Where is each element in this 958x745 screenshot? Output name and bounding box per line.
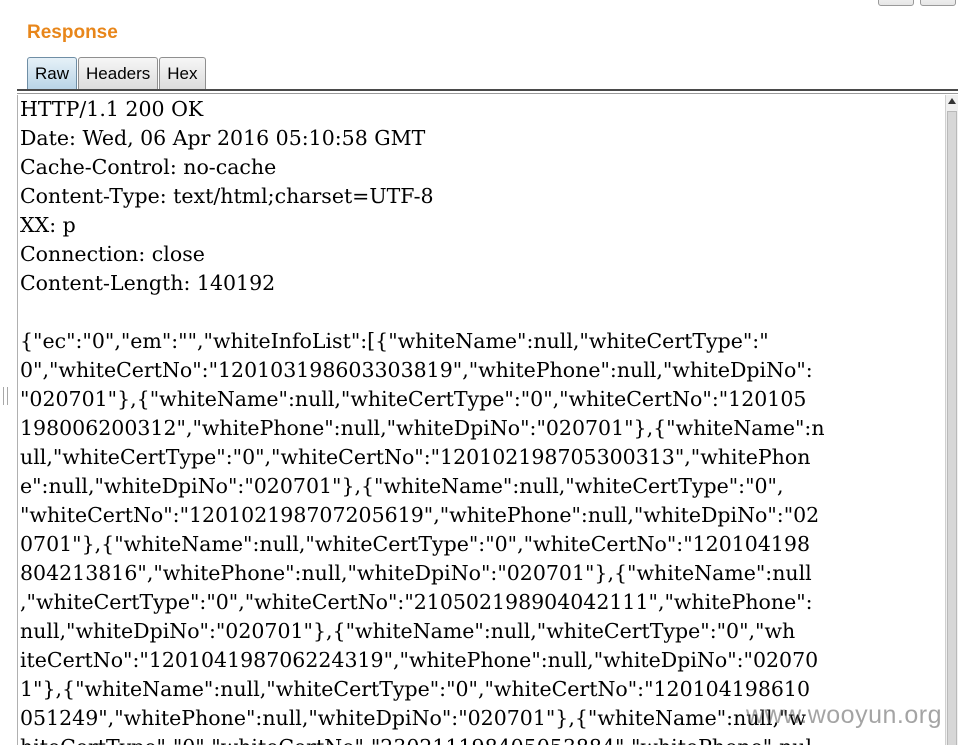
response-line: XX: p [20,213,76,237]
response-line: ,"whiteCertType":"0","whiteCertNo":"2105… [20,590,813,614]
response-line: ull,"whiteCertType":"0","whiteCertNo":"1… [20,445,811,469]
vertical-scrollbar[interactable] [945,95,958,745]
response-panel: Response Raw Headers Hex HTTP/1.1 200 OK… [0,0,958,745]
response-line: "020701"},{"whiteName":null,"whiteCertTy… [20,387,807,411]
watermark: www.wooyun.org [746,701,942,729]
scroll-thumb[interactable] [947,111,957,745]
response-line: hiteCertType":"0","whiteCertNo":"2302111… [20,733,946,745]
response-line: 1"},{"whiteName":null,"whiteCertType":"0… [20,677,811,701]
tab-divider [17,89,958,94]
response-line [20,298,946,327]
tab-raw[interactable]: Raw [27,57,78,90]
response-line: e":null,"whiteDpiNo":"020701"},{"whiteNa… [20,474,784,498]
response-line: Content-Type: text/html;charset=UTF-8 [20,184,434,208]
top-toolbar [878,0,956,6]
response-line: "whiteCertNo":"120102198707205619","whit… [20,503,820,527]
response-line: iteCertNo":"120104198706224319","whitePh… [20,648,819,672]
toolbar-button[interactable] [878,0,914,6]
response-line: Connection: close [20,242,205,266]
response-line: 0701"},{"whiteName":null,"whiteCertType"… [20,532,811,556]
tab-bar: Raw Headers Hex [27,57,207,90]
response-line: Content-Length: 140192 [20,271,276,295]
toolbar-button[interactable] [920,0,956,6]
response-line: null,"whiteDpiNo":"020701"},{"whiteName"… [20,619,796,643]
response-line: {"ec":"0","em":"","whiteInfoList":[{"whi… [20,329,769,353]
response-line: Cache-Control: no-cache [20,155,277,179]
scroll-up-arrow-icon[interactable] [948,98,956,104]
tab-hex[interactable]: Hex [159,57,206,89]
response-line: HTTP/1.1 200 OK [20,97,204,121]
tab-headers[interactable]: Headers [78,57,159,89]
response-line: 198006200312","whitePhone":null,"whiteDp… [20,416,825,440]
response-line: Date: Wed, 06 Apr 2016 05:10:58 GMT [20,126,426,150]
response-line: 804213816","whitePhone":null,"whiteDpiNo… [20,561,812,585]
split-pane-handle[interactable] [3,387,8,405]
response-text-area[interactable]: HTTP/1.1 200 OK Date: Wed, 06 Apr 2016 05… [17,95,946,745]
response-body: HTTP/1.1 200 OK Date: Wed, 06 Apr 2016 05… [18,95,946,745]
response-line: 0","whiteCertNo":"120103198603303819","w… [20,358,813,382]
panel-title: Response [27,22,118,43]
